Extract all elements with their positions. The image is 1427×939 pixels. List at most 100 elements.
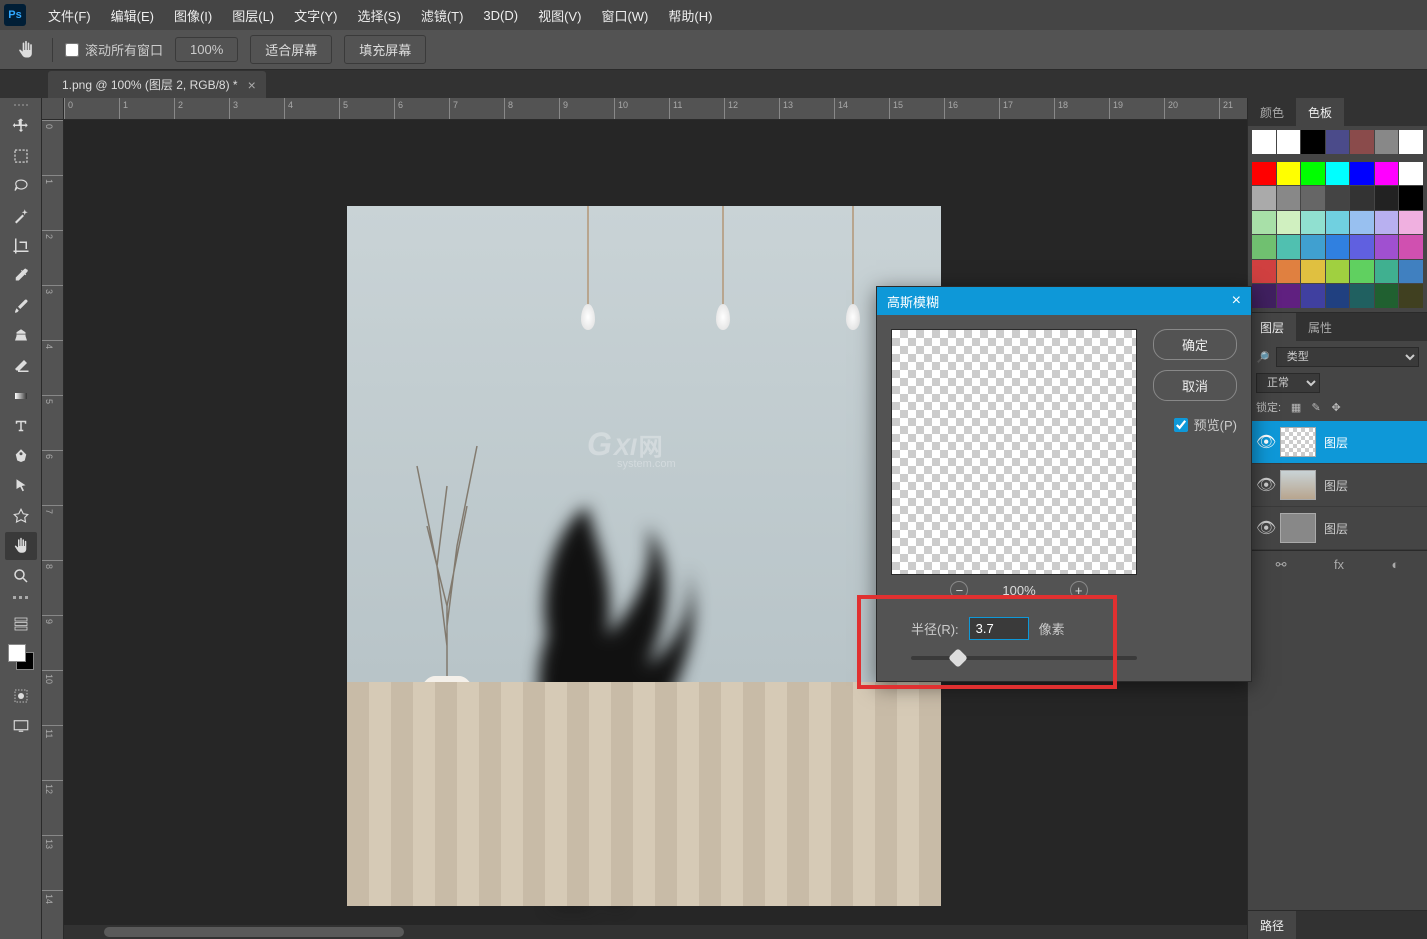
- foreground-color-swatch[interactable]: [8, 644, 26, 662]
- slider-thumb[interactable]: [948, 648, 968, 668]
- swatches-tab[interactable]: 色板: [1296, 98, 1344, 126]
- color-swatch[interactable]: [1350, 211, 1374, 235]
- color-swatch[interactable]: [1375, 162, 1399, 186]
- color-swatch[interactable]: [1301, 186, 1325, 210]
- color-swatch[interactable]: [1277, 235, 1301, 259]
- color-swatch[interactable]: [1375, 211, 1399, 235]
- color-swatch[interactable]: [1252, 162, 1276, 186]
- paths-tab[interactable]: 路径: [1248, 911, 1296, 939]
- color-swatch[interactable]: [1301, 211, 1325, 235]
- color-swatch[interactable]: [1301, 162, 1325, 186]
- layers-tab[interactable]: 图层: [1248, 313, 1296, 341]
- ok-button[interactable]: 确定: [1153, 329, 1237, 360]
- lock-move-icon[interactable]: ✥: [1329, 400, 1343, 414]
- document-canvas[interactable]: G XI 网 system.com: [347, 206, 941, 906]
- zoom-out-icon[interactable]: −: [950, 581, 968, 599]
- color-swatch[interactable]: [1350, 284, 1374, 308]
- color-swatch[interactable]: [1326, 235, 1350, 259]
- scrollbar-thumb[interactable]: [104, 927, 404, 937]
- zoom-level[interactable]: 100%: [175, 37, 238, 62]
- horizontal-ruler[interactable]: 0123456789101112131415161718192021222324…: [64, 98, 1247, 120]
- color-swatch[interactable]: [1350, 260, 1374, 284]
- lock-brush-icon[interactable]: ✎: [1309, 400, 1323, 414]
- color-swatch[interactable]: [1252, 235, 1276, 259]
- cancel-button[interactable]: 取消: [1153, 370, 1237, 401]
- gradient-tool[interactable]: [5, 382, 37, 410]
- layer-name-label[interactable]: 图层: [1324, 434, 1348, 451]
- menu-3d[interactable]: 3D(D): [473, 0, 528, 30]
- color-swatch[interactable]: [1375, 284, 1399, 308]
- pen-tool[interactable]: [5, 442, 37, 470]
- color-swatch[interactable]: [1301, 260, 1325, 284]
- zoom-tool[interactable]: [5, 562, 37, 590]
- color-swatch[interactable]: [1277, 211, 1301, 235]
- layer-mask-icon[interactable]: ◐: [1391, 557, 1399, 573]
- menu-type[interactable]: 文字(Y): [284, 0, 347, 30]
- layer-thumbnail[interactable]: [1280, 470, 1316, 500]
- document-tab[interactable]: 1.png @ 100% (图层 2, RGB/8) * ×: [48, 71, 266, 98]
- shape-tool[interactable]: [5, 502, 37, 530]
- layer-name-label[interactable]: 图层: [1324, 520, 1348, 537]
- dialog-close-icon[interactable]: ×: [1232, 292, 1241, 310]
- fill-screen-button[interactable]: 填充屏幕: [344, 35, 426, 64]
- link-layers-icon[interactable]: ⚯: [1276, 557, 1287, 573]
- color-swatch[interactable]: [1252, 211, 1276, 235]
- preview-checkbox[interactable]: 预览(P): [1174, 415, 1237, 434]
- color-swatch[interactable]: [1326, 260, 1350, 284]
- color-swatch[interactable]: [1399, 186, 1423, 210]
- screenmode-tool[interactable]: [5, 712, 37, 740]
- blend-mode-select[interactable]: 正常: [1256, 373, 1320, 393]
- color-swatch[interactable]: [1350, 162, 1374, 186]
- color-swatch[interactable]: [1252, 284, 1276, 308]
- close-tab-icon[interactable]: ×: [248, 77, 256, 93]
- color-swatch[interactable]: [1375, 260, 1399, 284]
- color-swatch[interactable]: [1277, 260, 1301, 284]
- move-tool[interactable]: [5, 112, 37, 140]
- zoom-in-icon[interactable]: +: [1070, 581, 1088, 599]
- preview-checkbox-input[interactable]: [1174, 418, 1188, 432]
- search-icon[interactable]: 🔎: [1256, 351, 1270, 364]
- layer-item[interactable]: 👁 图层: [1248, 421, 1427, 464]
- color-swatch[interactable]: [1399, 162, 1423, 186]
- color-swatch[interactable]: [1399, 260, 1423, 284]
- layer-name-label[interactable]: 图层: [1324, 477, 1348, 494]
- menu-layer[interactable]: 图层(L): [222, 0, 284, 30]
- color-swatch[interactable]: [1326, 211, 1350, 235]
- color-swatch[interactable]: [1350, 235, 1374, 259]
- tool-overflow[interactable]: [8, 596, 34, 604]
- clone-stamp-tool[interactable]: [5, 322, 37, 350]
- color-swatch[interactable]: [1399, 235, 1423, 259]
- magic-wand-tool[interactable]: [5, 202, 37, 230]
- menu-edit[interactable]: 编辑(E): [101, 0, 164, 30]
- menu-help[interactable]: 帮助(H): [658, 0, 722, 30]
- color-swatch[interactable]: [1252, 130, 1276, 154]
- visibility-toggle-icon[interactable]: 👁: [1256, 518, 1272, 538]
- eraser-tool[interactable]: [5, 352, 37, 380]
- color-swatch[interactable]: [1252, 186, 1276, 210]
- menu-image[interactable]: 图像(I): [164, 0, 222, 30]
- crop-tool[interactable]: [5, 232, 37, 260]
- toolbox-grip[interactable]: [3, 100, 39, 110]
- eyedropper-tool[interactable]: [5, 262, 37, 290]
- color-swatch[interactable]: [1301, 284, 1325, 308]
- marquee-tool[interactable]: [5, 142, 37, 170]
- radius-slider[interactable]: [911, 656, 1137, 660]
- layer-item[interactable]: 👁 图层: [1248, 507, 1427, 550]
- color-swatch[interactable]: [1399, 284, 1423, 308]
- color-swatch[interactable]: [1399, 130, 1423, 154]
- layer-thumbnail[interactable]: [1280, 513, 1316, 543]
- dialog-preview[interactable]: [891, 329, 1137, 575]
- color-swatch[interactable]: [1277, 162, 1301, 186]
- layer-filter-kind[interactable]: 类型: [1276, 347, 1419, 367]
- color-swatch[interactable]: [1326, 130, 1350, 154]
- foreground-background-colors[interactable]: [8, 644, 34, 670]
- radius-input[interactable]: [969, 617, 1029, 640]
- quickmask-tool[interactable]: [5, 682, 37, 710]
- vertical-ruler[interactable]: 01234567891011121314: [42, 120, 64, 939]
- hand-tool[interactable]: [5, 532, 37, 560]
- color-swatch[interactable]: [1277, 284, 1301, 308]
- brush-tool[interactable]: [5, 292, 37, 320]
- color-swatch[interactable]: [1277, 186, 1301, 210]
- lock-pixels-icon[interactable]: ▦: [1289, 400, 1303, 414]
- color-swatch[interactable]: [1399, 211, 1423, 235]
